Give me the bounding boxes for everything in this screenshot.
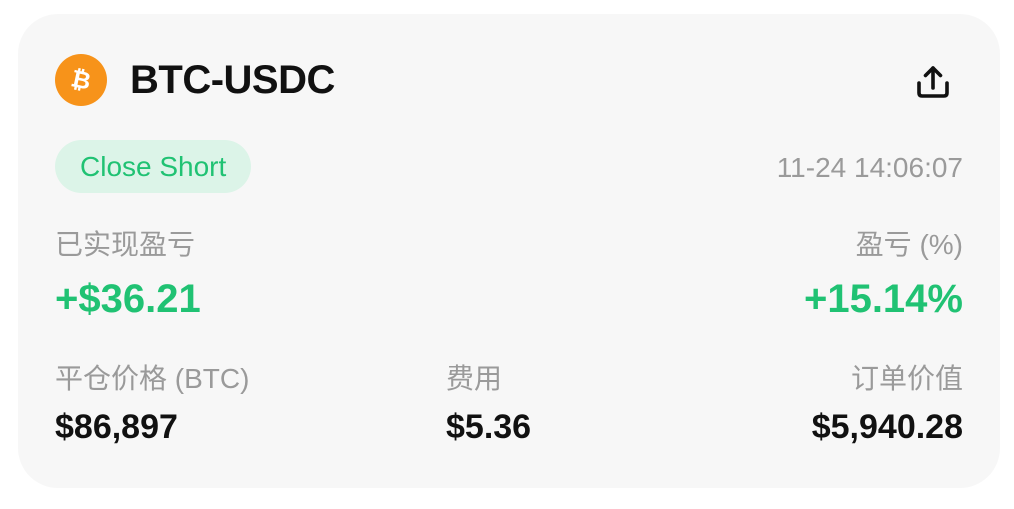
order-type-badge: Close Short xyxy=(55,140,252,193)
pnl-percent-label: 盈亏 (%) xyxy=(855,229,963,260)
share-button[interactable] xyxy=(911,60,955,104)
bitcoin-glyph: ₿ xyxy=(69,65,94,95)
close-price-value: $86,897 xyxy=(55,408,178,446)
order-value-label: 订单价值 xyxy=(850,363,963,394)
bitcoin-icon: ₿ xyxy=(55,54,107,106)
pair-title: BTC-USDC xyxy=(130,58,335,102)
fee-value: $5.36 xyxy=(446,408,532,446)
share-upload-icon xyxy=(917,66,949,98)
trade-card: ₿ BTC-USDC Close Short 11-24 14:06:07 已实… xyxy=(18,14,1000,488)
fee-label: 费用 xyxy=(446,363,503,394)
pnl-percent-value: +15.14% xyxy=(803,277,963,321)
close-price-label: 平仓价格 (BTC) xyxy=(55,363,250,394)
realized-pnl-value: +$36.21 xyxy=(55,277,201,321)
order-value-value: $5,940.28 xyxy=(811,408,963,446)
order-timestamp: 11-24 14:06:07 xyxy=(776,152,963,183)
svg-text:₿: ₿ xyxy=(69,65,94,95)
realized-pnl-label: 已实现盈亏 xyxy=(55,229,196,260)
